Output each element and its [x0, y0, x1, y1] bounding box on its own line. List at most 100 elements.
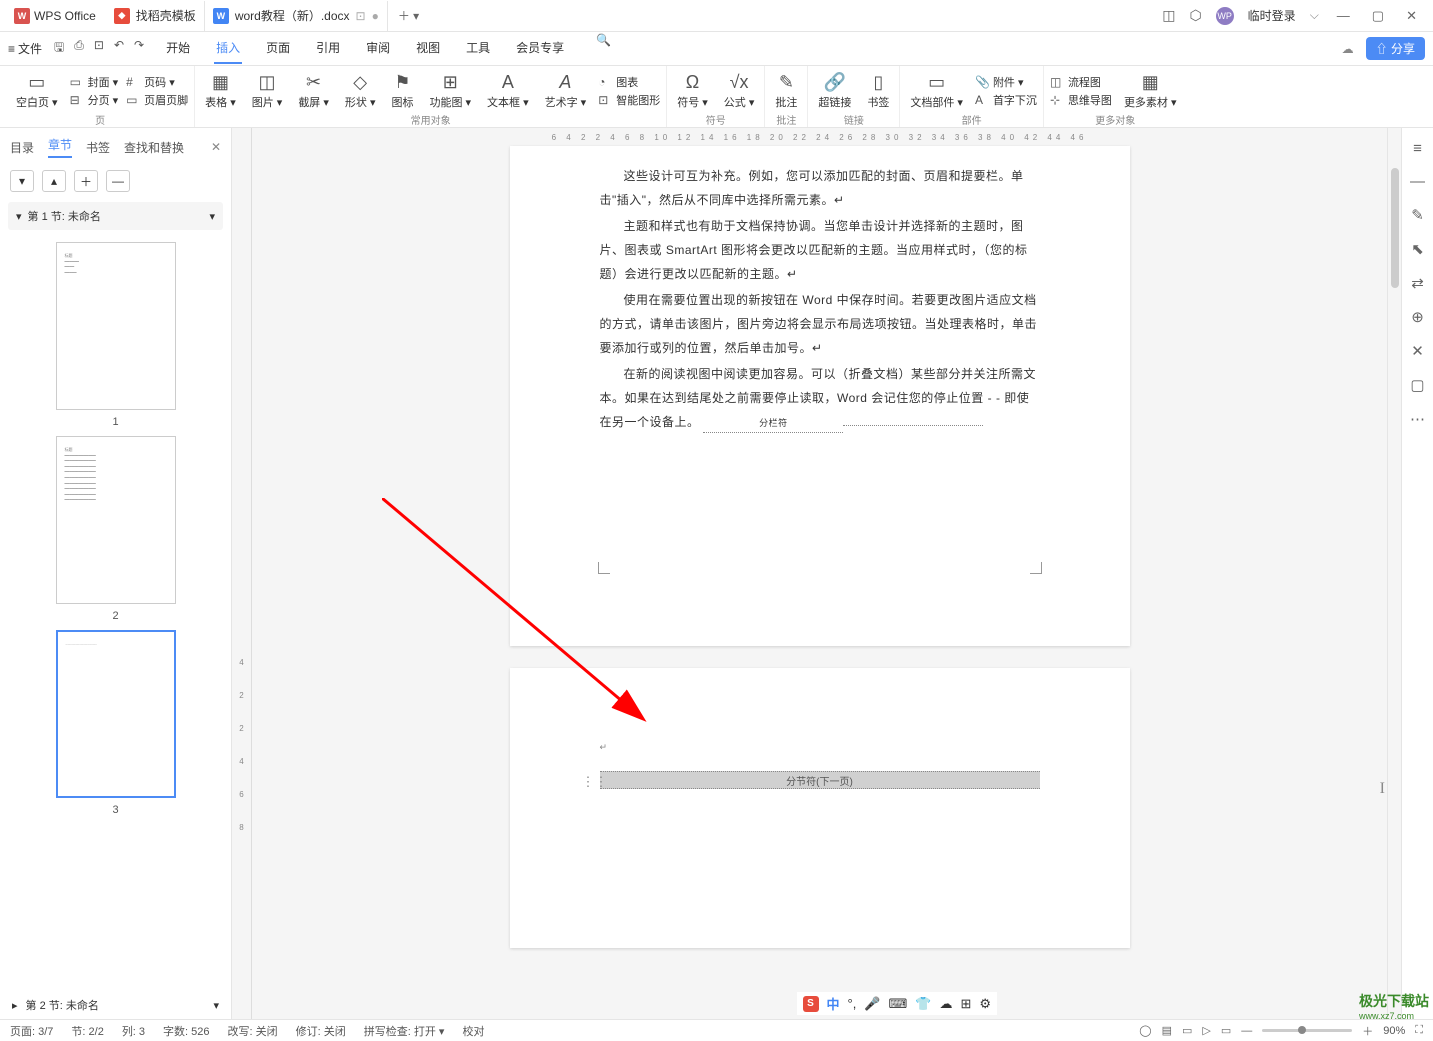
- menu-member[interactable]: 会员专享: [514, 33, 566, 64]
- menu-start[interactable]: 开始: [164, 33, 192, 64]
- share-button[interactable]: ⇧ 分享: [1366, 37, 1425, 60]
- view-web-icon[interactable]: ▭: [1221, 1024, 1231, 1037]
- select-icon[interactable]: ⬉: [1411, 240, 1424, 258]
- nav-close-icon[interactable]: ✕: [211, 140, 221, 154]
- preview-icon[interactable]: ⊡: [94, 38, 104, 59]
- avatar[interactable]: WP: [1216, 7, 1234, 25]
- table-button[interactable]: ▦表格 ▾: [201, 70, 240, 112]
- box-icon[interactable]: ⬡: [1189, 7, 1201, 24]
- cover-button[interactable]: ▭封面 ▾: [70, 74, 119, 90]
- ime-skin-icon[interactable]: 👕: [915, 996, 931, 1012]
- vertical-scrollbar[interactable]: [1387, 128, 1401, 1019]
- ime-mic-icon[interactable]: 🎤: [864, 996, 880, 1012]
- ime-punct-icon[interactable]: °,: [848, 996, 857, 1011]
- page-thumb-1[interactable]: 标题━━━━━━━━━━━━━━━: [56, 242, 176, 410]
- nav-tab-find[interactable]: 查找和替换: [124, 139, 184, 156]
- status-page[interactable]: 页面: 3/7: [10, 1023, 53, 1039]
- chart-button[interactable]: ◔图表: [598, 74, 660, 90]
- zoom-value[interactable]: 90%: [1383, 1025, 1405, 1037]
- pen-icon[interactable]: ✎: [1411, 206, 1424, 224]
- smartart-button[interactable]: ⊡智能图形: [598, 92, 660, 108]
- wordart-button[interactable]: A艺术字 ▾: [541, 70, 591, 112]
- section-1-header[interactable]: ▾ 第 1 节: 未命名 ▾: [8, 202, 223, 230]
- file-menu[interactable]: ≡ 文件: [8, 40, 42, 57]
- panel-icon[interactable]: ◫: [1162, 7, 1175, 24]
- zoom-out-icon[interactable]: —: [1241, 1025, 1252, 1037]
- menu-tools[interactable]: 工具: [464, 33, 492, 64]
- nav-up-button[interactable]: ▴: [42, 170, 66, 192]
- blank-page-button[interactable]: ▭空白页 ▾: [12, 70, 62, 112]
- view-read-icon[interactable]: ▷: [1202, 1024, 1210, 1037]
- tab-templates[interactable]: ◆ 找稻壳模板: [106, 1, 205, 31]
- ime-cloud-icon[interactable]: ☁: [939, 996, 952, 1012]
- close-button[interactable]: ✕: [1402, 8, 1421, 24]
- icon-button[interactable]: ⚑图标: [387, 70, 417, 112]
- more-icon[interactable]: ⋯: [1410, 410, 1425, 428]
- picture-button[interactable]: ◫图片 ▾: [248, 70, 287, 112]
- page-thumb-2[interactable]: 标题━━━━━━━━━━━━━━━━━━━━━━━━━━━━━━━━━━━━━━…: [56, 436, 176, 604]
- drag-handle-icon[interactable]: ⋮⋮: [582, 774, 608, 790]
- menu-review[interactable]: 审阅: [364, 33, 392, 64]
- ime-logo-icon[interactable]: S: [803, 996, 819, 1012]
- ime-grid-icon[interactable]: ⊞: [960, 996, 971, 1012]
- settings-icon[interactable]: ⇄: [1411, 274, 1424, 292]
- textbox-button[interactable]: A文本框 ▾: [483, 70, 533, 112]
- attachment-button[interactable]: 📎附件 ▾: [975, 74, 1037, 90]
- search-icon[interactable]: 🔍: [596, 33, 611, 64]
- vertical-ruler[interactable]: 422468: [232, 128, 252, 1019]
- ime-toolbar[interactable]: S 中 °, 🎤 ⌨ 👕 ☁ ⊞ ⚙: [797, 992, 998, 1015]
- globe-icon[interactable]: ⊕: [1411, 308, 1424, 326]
- page-break-button[interactable]: ⊟分页 ▾: [70, 92, 119, 108]
- fullscreen-icon[interactable]: ⛶: [1415, 1024, 1423, 1037]
- minus-icon[interactable]: —: [1410, 173, 1425, 190]
- document-scroll[interactable]: 6 4 2 2 4 6 8 10 12 14 16 18 20 22 24 26…: [252, 128, 1387, 1019]
- feature-chart-button[interactable]: ⊞功能图 ▾: [425, 70, 475, 112]
- mindmap-button[interactable]: ⊹思维导图: [1050, 92, 1112, 108]
- ime-gear-icon[interactable]: ⚙: [979, 996, 991, 1012]
- status-chars[interactable]: 字数: 526: [163, 1023, 209, 1039]
- dropcap-button[interactable]: A首字下沉: [975, 92, 1037, 108]
- bookmark-button[interactable]: ▯书签: [863, 70, 893, 112]
- ime-lang[interactable]: 中: [827, 994, 840, 1013]
- zoom-in-icon[interactable]: ＋: [1362, 1023, 1373, 1039]
- section-break[interactable]: ⋮⋮ 分节符(下一页): [600, 771, 1040, 789]
- header-footer-button[interactable]: ▭页眉页脚: [126, 92, 188, 108]
- view-outline-icon[interactable]: ▭: [1182, 1024, 1192, 1037]
- more-assets-button[interactable]: ▦更多素材 ▾: [1120, 70, 1181, 112]
- flowchart-button[interactable]: ◫流程图: [1050, 74, 1112, 90]
- collapse-icon[interactable]: ≡: [1413, 140, 1422, 157]
- tab-close-icon[interactable]: ●: [372, 9, 379, 23]
- shape-button[interactable]: ◇形状 ▾: [341, 70, 380, 112]
- print-icon[interactable]: ⎙: [74, 38, 84, 59]
- circle-icon[interactable]: ◯: [1139, 1024, 1151, 1037]
- status-rewrite[interactable]: 改写: 关闭: [228, 1023, 278, 1039]
- minimize-button[interactable]: —: [1333, 8, 1354, 23]
- zoom-slider[interactable]: [1262, 1029, 1352, 1032]
- menu-view[interactable]: 视图: [414, 33, 442, 64]
- nav-tab-bookmark[interactable]: 书签: [86, 139, 110, 156]
- nav-remove-button[interactable]: —: [106, 170, 130, 192]
- tools-icon[interactable]: ✕: [1411, 342, 1424, 360]
- page-thumb-3[interactable]: ┄┄┄┄┄┄┄┄┄┄┄┄┄: [56, 630, 176, 798]
- symbol-button[interactable]: Ω符号 ▾: [673, 70, 712, 112]
- status-section[interactable]: 节: 2/2: [71, 1023, 103, 1039]
- tab-document[interactable]: W word教程（新）.docx ⊡ ●: [205, 1, 388, 31]
- maximize-button[interactable]: ▢: [1368, 8, 1388, 24]
- status-col[interactable]: 列: 3: [122, 1023, 145, 1039]
- hyperlink-button[interactable]: 🔗超链接: [814, 70, 855, 112]
- equation-button[interactable]: √x公式 ▾: [720, 70, 759, 112]
- comment-button[interactable]: ✎批注: [771, 70, 801, 112]
- nav-tab-toc[interactable]: 目录: [10, 139, 34, 156]
- screenshot-button[interactable]: ✂截屏 ▾: [294, 70, 333, 112]
- ime-keyboard-icon[interactable]: ⌨: [889, 996, 908, 1012]
- undo-icon[interactable]: ↶: [114, 38, 124, 59]
- menu-page[interactable]: 页面: [264, 33, 292, 64]
- redo-icon[interactable]: ↷: [134, 38, 144, 59]
- page-number-button[interactable]: #页码 ▾: [126, 74, 188, 90]
- login-label[interactable]: 临时登录: [1248, 7, 1296, 24]
- cloud-icon[interactable]: ☁: [1342, 42, 1354, 56]
- menu-ref[interactable]: 引用: [314, 33, 342, 64]
- status-spell[interactable]: 拼写检查: 打开 ▾: [364, 1023, 445, 1039]
- horizontal-ruler[interactable]: 6 4 2 2 4 6 8 10 12 14 16 18 20 22 24 26…: [252, 128, 1387, 146]
- section-2-header[interactable]: ▸ 第 2 节: 未命名 ▾: [0, 991, 231, 1019]
